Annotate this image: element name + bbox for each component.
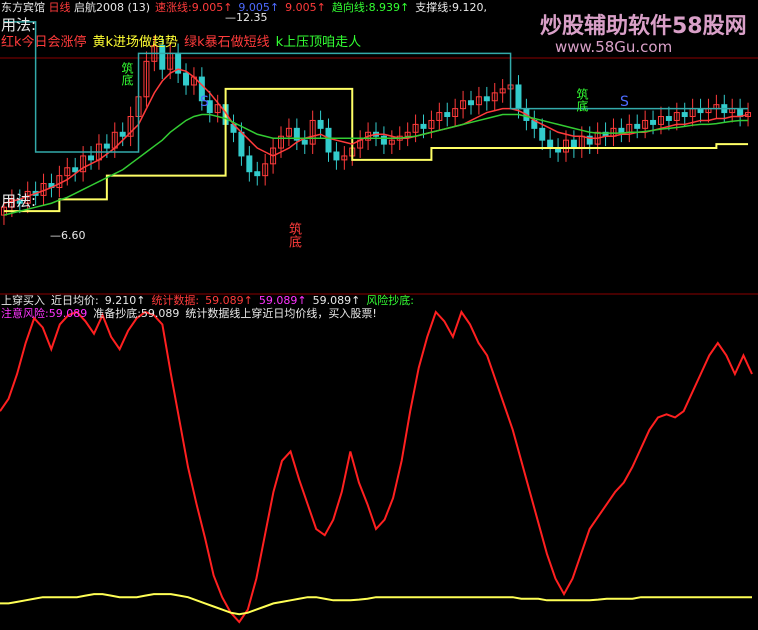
lower-value-5: 59.089↑ (258, 294, 307, 307)
candle-body (539, 127, 546, 141)
lower-indicator-values: 上穿买入 近日均价: 9.210↑ 统计数据: 59.089↑ 59.089↑ 59.089… (1, 294, 420, 307)
lower-note-1: 准备抄底:59.089 (93, 307, 180, 320)
watermark-url: www.58Gu.com (555, 38, 673, 56)
usage-item-0: 红k今日会涨停 (1, 35, 87, 50)
lower-value-7: 风险抄底: (366, 294, 415, 307)
usage-item-1: 黄k进场做趋势 (92, 35, 179, 50)
usage-title-2: 用法: (1, 192, 37, 210)
series-line-0 (3, 87, 749, 213)
lower-series-0 (0, 309, 753, 624)
stock-name: 东方宾馆 日线 启航2008 (13) (1, 1, 151, 14)
lower-value-2: 9.210↑ (104, 294, 146, 307)
candle-body (380, 135, 387, 145)
lower-value-0: 上穿买入 (1, 294, 45, 307)
indicator-value-0: 速涨线:9.005↑ (155, 1, 233, 14)
indicator-value-2: 9.005↑ (285, 1, 326, 14)
lower-note-0: 注意风险:59.089 (1, 307, 88, 320)
sell-signal: S (620, 94, 629, 110)
signal-zhu-1: 筑底 (120, 62, 134, 86)
lower-indicator-notes: 注意风险:59.089 准备抄底:59.089 统计数据线上穿近日均价线，买入股票! (1, 307, 383, 320)
lower-value-6: 59.089↑ (312, 294, 361, 307)
candle-body (317, 119, 324, 129)
lower-value-1: 近日均价: (51, 294, 99, 307)
candle-body (103, 143, 110, 149)
candle-body (483, 96, 490, 102)
lower-note-2: 统计数据线上穿近日均价线，买入股票! (185, 307, 377, 320)
candle-body (183, 72, 190, 86)
usage-items: 红k今日会涨停 黄k进场做趋势 绿k暴石做短线 k上压顶咱走人 (1, 36, 367, 49)
sell-signal-2: S (200, 94, 209, 110)
lower-value-3: 统计数据: (151, 294, 200, 307)
lower-value-4: 59.089↑ (205, 294, 253, 307)
bottom-signal: 筑底 (286, 222, 301, 248)
candle-body (547, 139, 554, 149)
usage-item-2: 绿k暴石做短线 (184, 35, 270, 50)
candle-body (681, 112, 688, 118)
indicator-value-4: 支撑线:9.120, (415, 1, 487, 14)
candle-body (333, 151, 340, 161)
candle-body (254, 171, 261, 177)
chart-window: 东方宾馆 日线 启航2008 (13) 速涨线:9.005↑ 9.005↑ 9.00… (0, 0, 758, 630)
signal-zhu-2: 筑底 (575, 88, 589, 112)
watermark-title: 炒股辅助软件58股网 (540, 14, 747, 39)
low-price-label: —6.60 (50, 229, 86, 242)
candle-body (119, 131, 126, 137)
candle-body (238, 131, 245, 157)
indicator-value-3: 趋向线:8.939↑ (331, 1, 410, 14)
candle-body (467, 100, 474, 106)
usage-title: 用法: (1, 16, 37, 34)
candle-body (650, 119, 657, 125)
candle-body (515, 84, 522, 110)
usage-item-3: k上压顶咱走人 (275, 35, 362, 50)
high-price-label: —12.35 (225, 11, 268, 24)
lower-series-1 (0, 593, 752, 616)
candle-body (88, 155, 95, 161)
candle-body (420, 123, 427, 129)
candle-body (665, 116, 672, 121)
candle-body (301, 139, 308, 145)
candle-body (246, 155, 253, 173)
candle-body (325, 127, 332, 153)
candle-body (570, 139, 577, 149)
candle-body (618, 127, 625, 133)
candle-body (72, 167, 79, 173)
candle-body (444, 112, 451, 118)
candle-body (634, 123, 641, 129)
indicator-values: 速涨线:9.005↑ 9.005↑ 9.005↑ 趋向线:8.939↑ 支撑线:9.12… (155, 1, 493, 14)
